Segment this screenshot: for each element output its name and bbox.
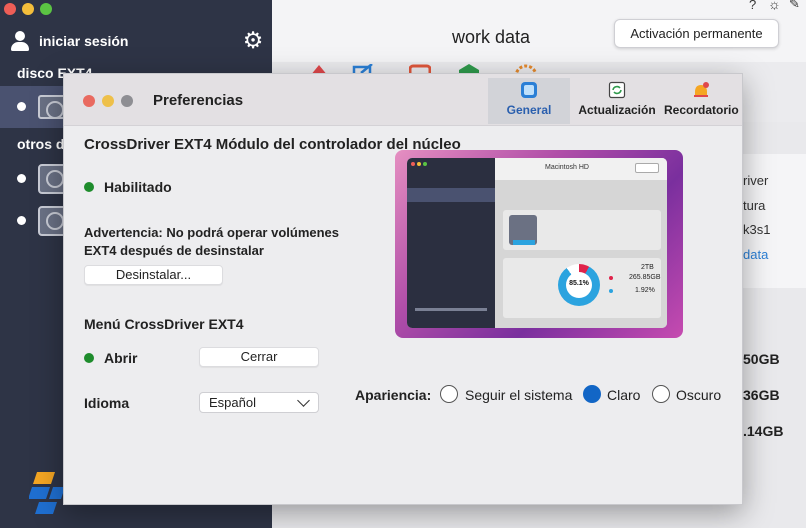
chevron-down-icon bbox=[297, 394, 310, 407]
preview-donut-label: 85.1% bbox=[569, 280, 589, 287]
preview-window: Macintosh HD 85.1% 2TB 265.85GB 1.92% bbox=[407, 158, 667, 328]
minimize-window-button[interactable] bbox=[22, 3, 34, 15]
status-dot bbox=[17, 216, 26, 225]
preferences-header: Preferencias General Actualización Recor… bbox=[64, 74, 742, 126]
tab-general[interactable]: General bbox=[488, 78, 570, 124]
bg-text: river bbox=[743, 173, 769, 188]
pin-icon[interactable]: ✎ bbox=[789, 0, 800, 12]
tab-label: General bbox=[506, 103, 552, 117]
login-label[interactable]: iniciar sesión bbox=[39, 33, 128, 49]
tab-reminder[interactable]: Recordatorio bbox=[664, 78, 739, 124]
bg-size: 36GB bbox=[743, 387, 780, 403]
language-label: Idioma bbox=[84, 395, 130, 411]
preview-size-label: 2TB bbox=[641, 264, 654, 271]
appearance-label: Apariencia: bbox=[355, 387, 432, 403]
activation-button[interactable]: Activación permanente bbox=[614, 19, 779, 48]
appearance-preview: Macintosh HD 85.1% 2TB 265.85GB 1.92% bbox=[395, 150, 683, 338]
preview-main: Macintosh HD 85.1% 2TB 265.85GB 1.92% bbox=[495, 158, 667, 328]
zoom-window-button[interactable] bbox=[40, 3, 52, 15]
bg-text: k3s1 bbox=[743, 222, 771, 237]
uninstall-button[interactable]: Desinstalar... bbox=[84, 265, 223, 285]
preview-title: Macintosh HD bbox=[545, 164, 589, 171]
language-value: Español bbox=[209, 395, 256, 410]
preferences-dialog: Preferencias General Actualización Recor… bbox=[63, 73, 743, 505]
dialog-window-controls bbox=[83, 95, 133, 107]
window-controls bbox=[4, 3, 52, 15]
appearance-dark-label[interactable]: Oscuro bbox=[676, 387, 721, 403]
dialog-close-button[interactable] bbox=[83, 95, 95, 107]
appearance-dark-radio[interactable] bbox=[652, 385, 670, 403]
general-icon bbox=[521, 82, 537, 98]
bg-link[interactable]: data bbox=[743, 247, 768, 262]
open-label: Abrir bbox=[104, 350, 138, 366]
help-icon[interactable]: ? bbox=[749, 0, 756, 12]
gear-icon[interactable]: ⚙ bbox=[242, 28, 264, 52]
preview-disk-card bbox=[503, 210, 661, 250]
preferences-title: Preferencias bbox=[153, 92, 244, 109]
status-dot bbox=[17, 174, 26, 183]
tab-label: Recordatorio bbox=[664, 103, 739, 117]
app-logo-icon bbox=[29, 472, 65, 514]
preview-pct-label: 1.92% bbox=[635, 287, 655, 294]
enabled-status-dot bbox=[84, 182, 94, 192]
preview-usage-donut: 85.1% bbox=[558, 264, 600, 306]
bell-icon bbox=[694, 82, 709, 97]
bg-size: .14GB bbox=[743, 423, 784, 439]
preview-topbar: Macintosh HD bbox=[495, 158, 667, 180]
menu-title: Menú CrossDriver EXT4 bbox=[84, 316, 244, 332]
status-dot bbox=[17, 102, 26, 111]
bg-size: 50GB bbox=[743, 351, 780, 367]
appearance-light-radio[interactable] bbox=[583, 385, 601, 403]
preview-usage-card: 85.1% 2TB 265.85GB 1.92% bbox=[503, 258, 661, 318]
user-icon bbox=[10, 31, 30, 51]
uninstall-warning: Advertencia: No podrá operar volúmenes E… bbox=[84, 225, 340, 258]
bg-text: tura bbox=[743, 198, 766, 213]
dialog-minimize-button[interactable] bbox=[102, 95, 114, 107]
tab-update[interactable]: Actualización bbox=[570, 78, 664, 124]
enabled-status-label: Habilitado bbox=[104, 179, 172, 195]
language-select[interactable]: Español bbox=[199, 392, 319, 413]
appearance-system-radio[interactable] bbox=[440, 385, 458, 403]
login-row[interactable]: iniciar sesión ⚙ bbox=[10, 28, 264, 54]
section-other-title: otros d bbox=[17, 136, 65, 152]
main-title: work data bbox=[452, 27, 531, 47]
sun-icon[interactable]: ☼ bbox=[768, 0, 781, 12]
appearance-system-label[interactable]: Seguir el sistema bbox=[465, 387, 572, 403]
open-status-dot bbox=[84, 353, 94, 363]
update-icon bbox=[608, 81, 626, 99]
close-menu-button[interactable]: Cerrar bbox=[199, 347, 319, 367]
preview-sidebar bbox=[407, 158, 495, 328]
close-window-button[interactable] bbox=[4, 3, 16, 15]
preview-used-label: 265.85GB bbox=[629, 274, 661, 281]
appearance-light-label[interactable]: Claro bbox=[607, 387, 640, 403]
tab-label: Actualización bbox=[578, 103, 656, 117]
dialog-zoom-button[interactable] bbox=[121, 95, 133, 107]
